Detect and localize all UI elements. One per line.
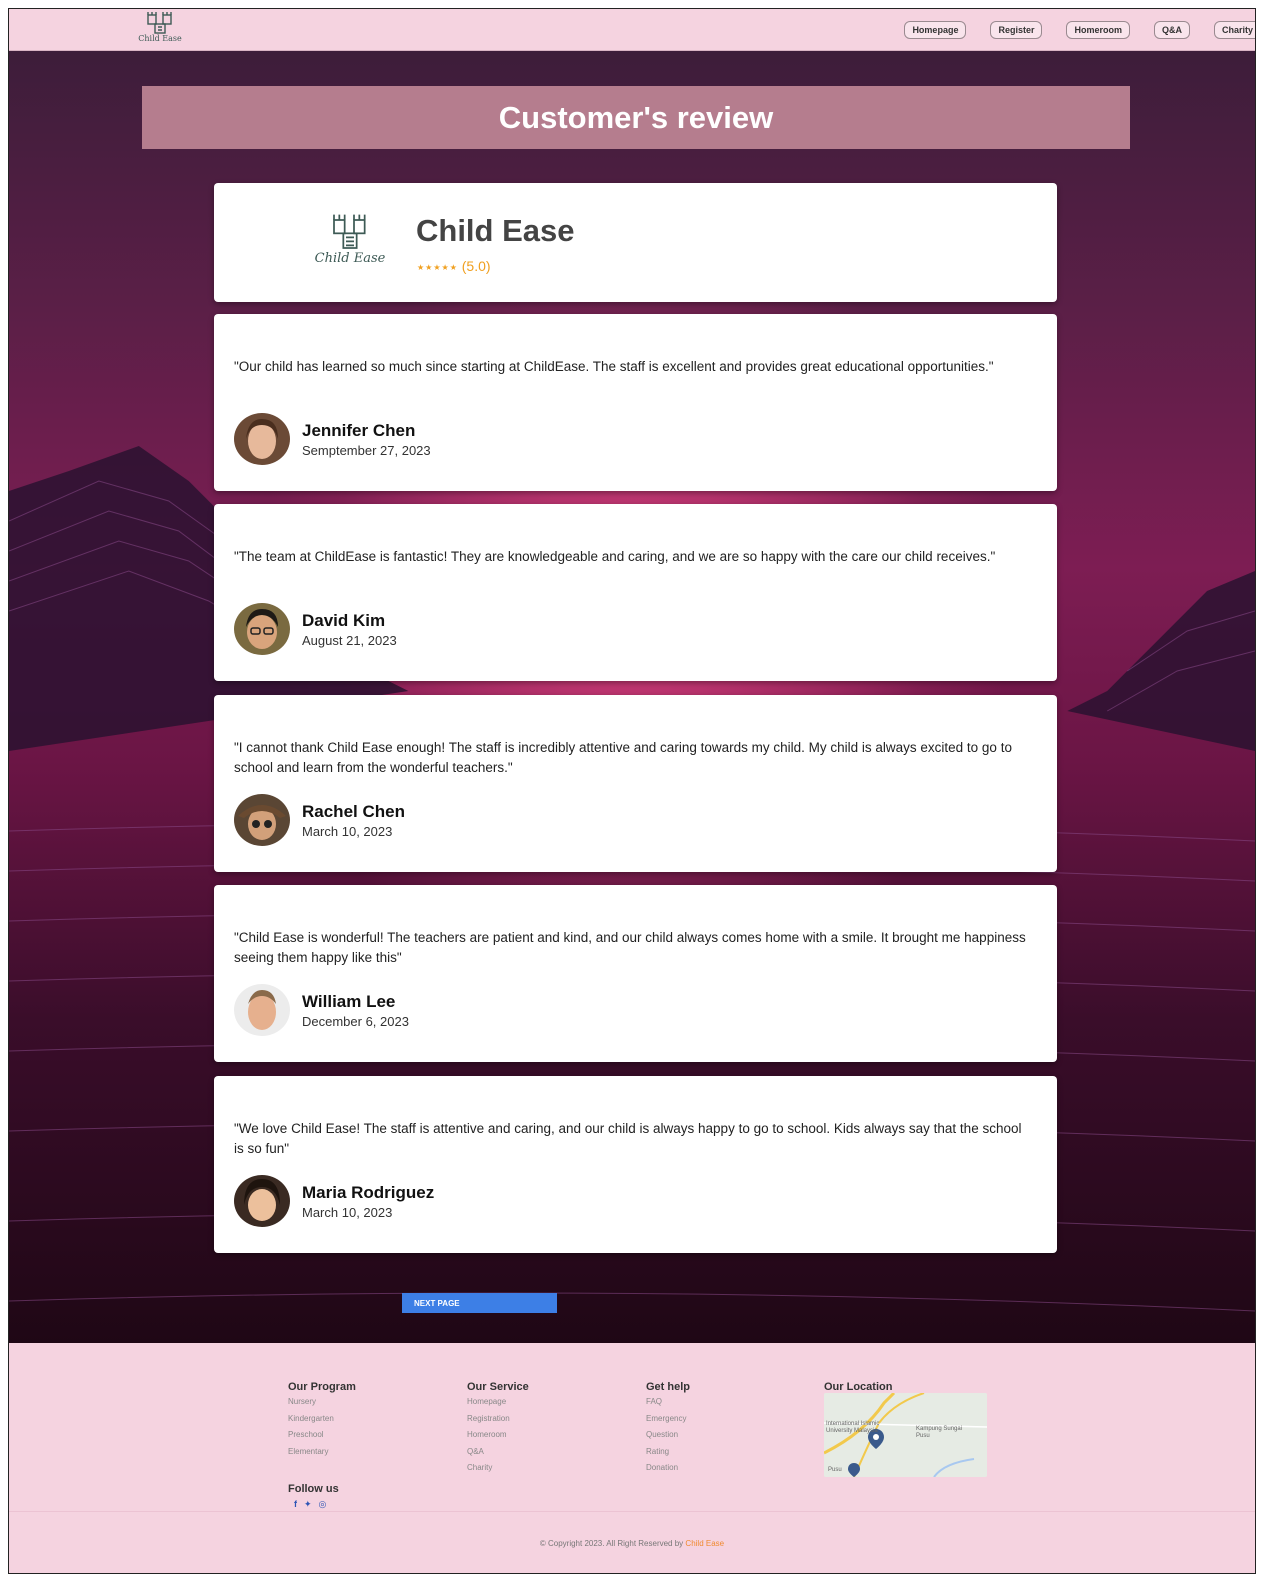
footer-heading: Our Program (288, 1381, 356, 1393)
page-title-bar: Customer's review (142, 86, 1130, 149)
brand-rating: ★★★★★ (5.0) (417, 258, 491, 274)
footer-link-donation[interactable]: Donation (646, 1460, 690, 1477)
review-date: Semptember 27, 2023 (302, 442, 431, 458)
reviewer-name: William Lee (302, 991, 396, 1011)
review-date: March 10, 2023 (302, 823, 393, 839)
footer-link-elementary[interactable]: Elementary (288, 1444, 356, 1461)
footer-help: Get help FAQ Emergency Question Rating D… (646, 1381, 690, 1477)
avatar (234, 1175, 290, 1227)
review-text: "Our child has learned so much since sta… (234, 359, 994, 374)
footer-service: Our Service Homepage Registration Homero… (467, 1381, 529, 1477)
rating-stars: ★★★★★ (417, 262, 458, 272)
map-label: International Islamic University Malaysi… (826, 1421, 880, 1434)
reviewer: Rachel Chen March 10, 2023 (234, 794, 405, 846)
footer-link-faq[interactable]: FAQ (646, 1394, 690, 1411)
reviewer: David Kim August 21, 2023 (234, 603, 397, 655)
copyright-text: © Copyright 2023. All Right Reserved by (539, 1539, 684, 1548)
social-links: f ✦ ◎ (294, 1499, 339, 1510)
copyright: © Copyright 2023. All Right Reserved by … (9, 1539, 1255, 1548)
review-date: March 10, 2023 (302, 1204, 393, 1220)
review-text: "The team at ChildEase is fantastic! The… (234, 549, 996, 564)
review-text: "We love Child Ease! The staff is attent… (234, 1121, 1022, 1156)
avatar (234, 984, 290, 1036)
hero-background: Customer's review Child Ease Child Ease … (9, 51, 1255, 1343)
page-title: Customer's review (498, 99, 774, 135)
review-card: "Our child has learned so much since sta… (214, 314, 1057, 491)
footer-link-question[interactable]: Question (646, 1427, 690, 1444)
nav-register[interactable]: Register (990, 21, 1043, 39)
brand-card: Child Ease Child Ease ★★★★★ (5.0) (214, 183, 1057, 302)
footer-link-preschool[interactable]: Preschool (288, 1427, 356, 1444)
page-frame: Child Ease Homepage Register Homeroom Q&… (8, 8, 1256, 1574)
reviewer: William Lee December 6, 2023 (234, 984, 409, 1036)
avatar (234, 413, 290, 465)
review-date: December 6, 2023 (302, 1013, 409, 1029)
map-label: Pusu (828, 1467, 842, 1473)
reviewer: Maria Rodriguez March 10, 2023 (234, 1175, 434, 1227)
review-card: "Child Ease is wonderful! The teachers a… (214, 885, 1057, 1062)
avatar (234, 794, 290, 846)
footer-heading: Get help (646, 1381, 691, 1393)
footer-link-registration[interactable]: Registration (467, 1411, 529, 1428)
instagram-icon[interactable]: ◎ (319, 1499, 327, 1510)
map-label: Kampung Sungai Pusu (916, 1426, 963, 1439)
review-card: "We love Child Ease! The staff is attent… (214, 1076, 1057, 1253)
review-card: "I cannot thank Child Ease enough! The s… (214, 695, 1057, 872)
review-date: August 21, 2023 (302, 632, 397, 648)
facebook-icon[interactable]: f (294, 1499, 297, 1510)
reviewer-name: David Kim (302, 610, 386, 630)
footer-program: Our Program Nursery Kindergarten Prescho… (288, 1381, 356, 1460)
reviewer-name: Rachel Chen (302, 801, 405, 821)
footer-link-charity[interactable]: Charity (467, 1460, 529, 1477)
review-text: "I cannot thank Child Ease enough! The s… (234, 740, 1012, 775)
nav-charity[interactable]: Charity (1213, 21, 1255, 39)
footer-link-nursery[interactable]: Nursery (288, 1394, 356, 1411)
follow-us-heading: Follow us (288, 1483, 339, 1495)
footer-link-kindergarten[interactable]: Kindergarten (288, 1411, 356, 1428)
review-card: "The team at ChildEase is fantastic! The… (214, 504, 1057, 681)
avatar (234, 603, 290, 655)
nav-homepage[interactable]: Homepage (904, 21, 967, 39)
reviewer-name: Jennifer Chen (302, 420, 416, 440)
footer-link-homeroom[interactable]: Homeroom (467, 1427, 529, 1444)
footer-divider (9, 1511, 1255, 1512)
footer-link-rating[interactable]: Rating (646, 1444, 690, 1461)
reviewer-name: Maria Rodriguez (302, 1182, 435, 1202)
follow-us: Follow us f ✦ ◎ (288, 1483, 339, 1510)
review-text: "Child Ease is wonderful! The teachers a… (234, 930, 1026, 965)
brand-logo: Child Ease (314, 213, 386, 266)
footer-link-qa[interactable]: Q&A (467, 1444, 529, 1461)
footer-link-emergency[interactable]: Emergency (646, 1411, 690, 1428)
twitter-icon[interactable]: ✦ (304, 1499, 312, 1510)
nav-logo[interactable]: Child Ease (135, 11, 185, 43)
nav-homeroom[interactable]: Homeroom (1066, 21, 1130, 39)
brand-name: Child Ease (416, 213, 575, 248)
footer-heading: Our Service (467, 1381, 529, 1393)
nav-logo-label: Child Ease (138, 34, 182, 43)
castle-logo-icon (147, 12, 172, 34)
top-navbar: Child Ease Homepage Register Homeroom Q&… (9, 9, 1255, 51)
rating-value: (5.0) (461, 258, 491, 274)
brand-logo-label: Child Ease (314, 251, 386, 266)
location-map[interactable]: International Islamic University Malaysi… (824, 1393, 987, 1477)
next-page-button[interactable]: NEXT PAGE (402, 1293, 557, 1313)
footer-link-homepage[interactable]: Homepage (467, 1394, 529, 1411)
castle-logo-icon (333, 214, 366, 249)
footer: Our Program Nursery Kindergarten Prescho… (9, 1343, 1255, 1573)
nav-links: Homepage Register Homeroom Q&A Charity (904, 21, 1255, 39)
copyright-brand-link[interactable]: Child Ease (685, 1539, 724, 1548)
footer-heading: Our Location (824, 1381, 893, 1393)
nav-qa[interactable]: Q&A (1153, 21, 1190, 39)
reviewer: Jennifer Chen Semptember 27, 2023 (234, 413, 431, 465)
